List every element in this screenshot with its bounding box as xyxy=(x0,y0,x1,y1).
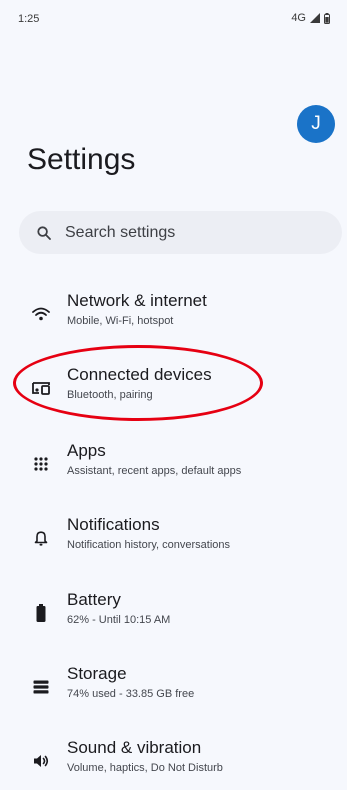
settings-item-battery[interactable]: Battery 62% - Until 10:15 AM xyxy=(0,582,347,642)
bell-icon xyxy=(29,526,53,550)
setting-subtitle: Notification history, conversations xyxy=(67,539,231,551)
setting-subtitle: 74% used - 33.85 GB free xyxy=(67,688,195,700)
search-icon xyxy=(35,224,53,242)
setting-subtitle: Volume, haptics, Do Not Disturb xyxy=(67,762,223,774)
speaker-icon xyxy=(29,749,53,773)
connected-devices-icon xyxy=(29,376,53,400)
setting-title: Storage xyxy=(67,664,127,683)
setting-subtitle: Bluetooth, pairing xyxy=(67,389,153,401)
setting-title: Network & internet xyxy=(67,291,207,310)
status-time: 1:25 xyxy=(18,13,40,25)
search-settings-bar[interactable]: Search settings xyxy=(19,211,342,254)
signal-icon xyxy=(310,13,320,23)
setting-title: Connected devices xyxy=(67,365,212,384)
page-title: Settings xyxy=(27,143,136,176)
search-placeholder: Search settings xyxy=(65,223,176,241)
battery-status-icon xyxy=(324,12,330,24)
settings-item-notifications[interactable]: Notifications Notification history, conv… xyxy=(0,507,347,567)
setting-subtitle: Mobile, Wi-Fi, hotspot xyxy=(67,315,174,327)
storage-icon xyxy=(29,675,53,699)
setting-subtitle: 62% - Until 10:15 AM xyxy=(67,614,171,626)
settings-item-sound-vibration[interactable]: Sound & vibration Volume, haptics, Do No… xyxy=(0,730,347,790)
account-avatar[interactable]: J xyxy=(297,105,335,143)
setting-subtitle: Assistant, recent apps, default apps xyxy=(67,465,242,477)
setting-title: Battery xyxy=(67,590,121,609)
setting-title: Apps xyxy=(67,441,106,460)
status-bar: 1:25 4G xyxy=(0,0,347,34)
settings-item-storage[interactable]: Storage 74% used - 33.85 GB free xyxy=(0,656,347,716)
battery-icon xyxy=(29,601,53,625)
status-indicators: 4G xyxy=(291,12,330,24)
setting-title: Notifications xyxy=(67,515,160,534)
apps-grid-icon xyxy=(29,452,53,476)
wifi-icon xyxy=(29,302,53,326)
settings-item-connected-devices[interactable]: Connected devices Bluetooth, pairing xyxy=(0,357,347,417)
settings-item-apps[interactable]: Apps Assistant, recent apps, default app… xyxy=(0,433,347,493)
settings-item-network-internet[interactable]: Network & internet Mobile, Wi-Fi, hotspo… xyxy=(0,283,347,343)
network-type-label: 4G xyxy=(291,12,306,24)
setting-title: Sound & vibration xyxy=(67,738,202,757)
